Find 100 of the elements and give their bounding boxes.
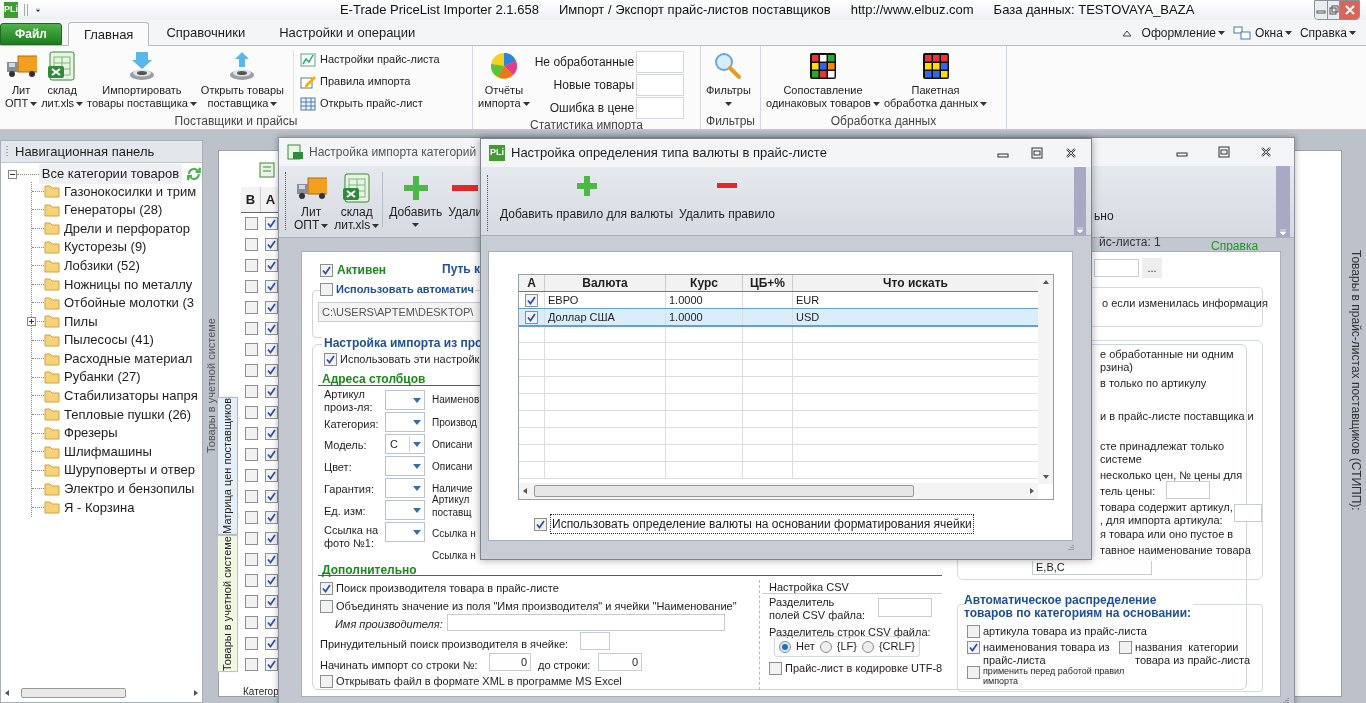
checkbox[interactable] — [244, 385, 258, 398]
checkbox[interactable] — [244, 490, 258, 503]
checkbox[interactable] — [1119, 641, 1132, 654]
checkbox[interactable] — [244, 448, 258, 461]
menu-item[interactable]: Справка — [1299, 24, 1356, 42]
tree-item[interactable]: Шуруповерты и отвер — [64, 460, 195, 480]
tree-item[interactable]: Шлифмашины — [64, 441, 152, 462]
checkbox[interactable] — [264, 553, 278, 566]
ribbon-button[interactable]: Пакетная обработка данных — [882, 50, 989, 110]
checkbox[interactable] — [264, 301, 278, 314]
input-field[interactable] — [580, 632, 610, 650]
checkbox[interactable] — [264, 385, 278, 398]
ribbon-tab[interactable]: Справочники — [149, 21, 263, 45]
vertical-tab[interactable]: Матрица цен поставщиков — [217, 397, 238, 535]
horizontal-scrollbar[interactable] — [3, 686, 200, 700]
checkbox[interactable] — [244, 259, 258, 272]
combo-box[interactable] — [385, 522, 425, 542]
ribbon-button[interactable]: Импортировать товары поставщика — [86, 50, 198, 110]
checkbox[interactable] — [244, 532, 258, 545]
checkbox[interactable] — [264, 427, 278, 440]
checkbox[interactable] — [264, 238, 278, 251]
toolbar-button[interactable]: Удалить правило — [676, 175, 778, 223]
checkbox[interactable] — [264, 406, 278, 419]
ribbon-button[interactable]: Отчёты импорта — [477, 50, 531, 110]
checkbox[interactable] — [244, 658, 258, 671]
expand-toggle[interactable] — [27, 316, 36, 326]
tree-item[interactable]: Дрели и перфоратор — [64, 218, 191, 239]
checkbox[interactable] — [264, 448, 278, 461]
restore-button[interactable] — [1327, 1, 1340, 19]
checkbox[interactable] — [244, 406, 258, 419]
ribbon-small-button[interactable]: Правила импорта — [300, 72, 440, 91]
checkbox[interactable] — [264, 364, 278, 377]
ribbon-tab[interactable]: Настройки и операции — [262, 21, 433, 45]
radio-button[interactable] — [861, 640, 874, 653]
toolbar-button[interactable]: склад лит.xls — [331, 172, 383, 232]
ribbon-small-button[interactable]: Настройки прайс-листа — [300, 50, 440, 69]
checkbox[interactable] — [264, 322, 278, 335]
combo-box[interactable] — [385, 500, 425, 520]
toolbar-button[interactable]: Добавить правило для валюты — [497, 175, 677, 223]
input-field[interactable] — [447, 614, 725, 631]
radio-button[interactable] — [819, 640, 832, 653]
ribbon-button[interactable]: Фильтры — [705, 50, 752, 110]
tree-item[interactable]: Рубанки (27) — [64, 367, 141, 387]
tree-item[interactable]: Лобзики (52) — [64, 255, 140, 276]
tree-item[interactable]: Все категории товаров — [38, 164, 183, 184]
input-field[interactable]: 0 — [598, 653, 642, 671]
checkbox[interactable] — [244, 217, 258, 230]
tree-item[interactable]: Электро и бензопилы — [64, 479, 195, 499]
checkbox[interactable] — [264, 637, 278, 650]
toolbar-button[interactable]: Лит ОПТ — [291, 172, 332, 232]
tree-item[interactable]: Генераторы (28) — [64, 200, 163, 220]
input-field[interactable]: 0 — [489, 653, 531, 671]
ribbon-small-button[interactable]: Открыть прайс-лист — [300, 94, 440, 113]
checkbox[interactable] — [320, 263, 333, 277]
ribbon-tab[interactable]: Файл — [0, 23, 62, 45]
checkbox[interactable] — [244, 343, 258, 356]
tree-item[interactable]: Ножницы по металлу — [64, 274, 193, 294]
checkbox[interactable] — [264, 658, 278, 671]
checkbox[interactable] — [244, 616, 258, 629]
checkbox[interactable] — [244, 469, 258, 482]
checkbox[interactable] — [244, 280, 258, 293]
checkbox[interactable] — [244, 238, 258, 251]
minimize-button[interactable] — [1315, 1, 1328, 19]
checkbox[interactable] — [534, 517, 547, 531]
checkbox[interactable] — [264, 343, 278, 356]
checkbox[interactable] — [244, 301, 258, 314]
checkbox[interactable] — [264, 616, 278, 629]
checkbox[interactable] — [264, 511, 278, 524]
input-field[interactable] — [1234, 504, 1262, 522]
checkbox[interactable] — [769, 661, 782, 675]
ribbon-button[interactable]: Лит ОПТ — [4, 50, 39, 110]
horizontal-scrollbar[interactable] — [519, 483, 1038, 499]
checkbox[interactable] — [967, 625, 980, 638]
checkbox[interactable] — [320, 282, 333, 296]
input-field[interactable] — [1166, 481, 1210, 499]
tree-item[interactable]: Газонокосилки и трим — [64, 181, 197, 202]
checkbox[interactable] — [264, 217, 278, 230]
tree-item[interactable]: Пылесосы (41) — [64, 330, 154, 350]
combo-box[interactable]: C — [385, 434, 425, 454]
checkbox[interactable] — [264, 469, 278, 482]
input-field[interactable] — [878, 598, 932, 617]
checkbox[interactable] — [264, 574, 278, 587]
tree-toggle[interactable] — [8, 169, 17, 179]
ribbon-button[interactable]: Открыть товары поставщика — [199, 50, 285, 110]
checkbox[interactable] — [264, 280, 278, 293]
checkbox[interactable] — [244, 637, 258, 650]
vertical-scrollbar[interactable] — [1038, 275, 1053, 484]
radio-button[interactable] — [779, 640, 791, 653]
tree-item[interactable]: Фрезеры — [64, 423, 118, 443]
checkbox[interactable] — [967, 666, 980, 679]
checkbox[interactable] — [244, 364, 258, 377]
checkbox[interactable] — [264, 595, 278, 608]
checkbox[interactable] — [967, 641, 980, 654]
combo-box[interactable] — [385, 478, 425, 498]
ribbon-button[interactable]: Сопоставление одинаковых товаров — [765, 50, 881, 110]
checkbox[interactable] — [244, 553, 258, 566]
checkbox[interactable] — [320, 674, 333, 688]
tree-item[interactable]: Кусторезы (9) — [64, 237, 147, 257]
checkbox[interactable] — [244, 574, 258, 587]
input-field[interactable] — [1094, 259, 1139, 277]
